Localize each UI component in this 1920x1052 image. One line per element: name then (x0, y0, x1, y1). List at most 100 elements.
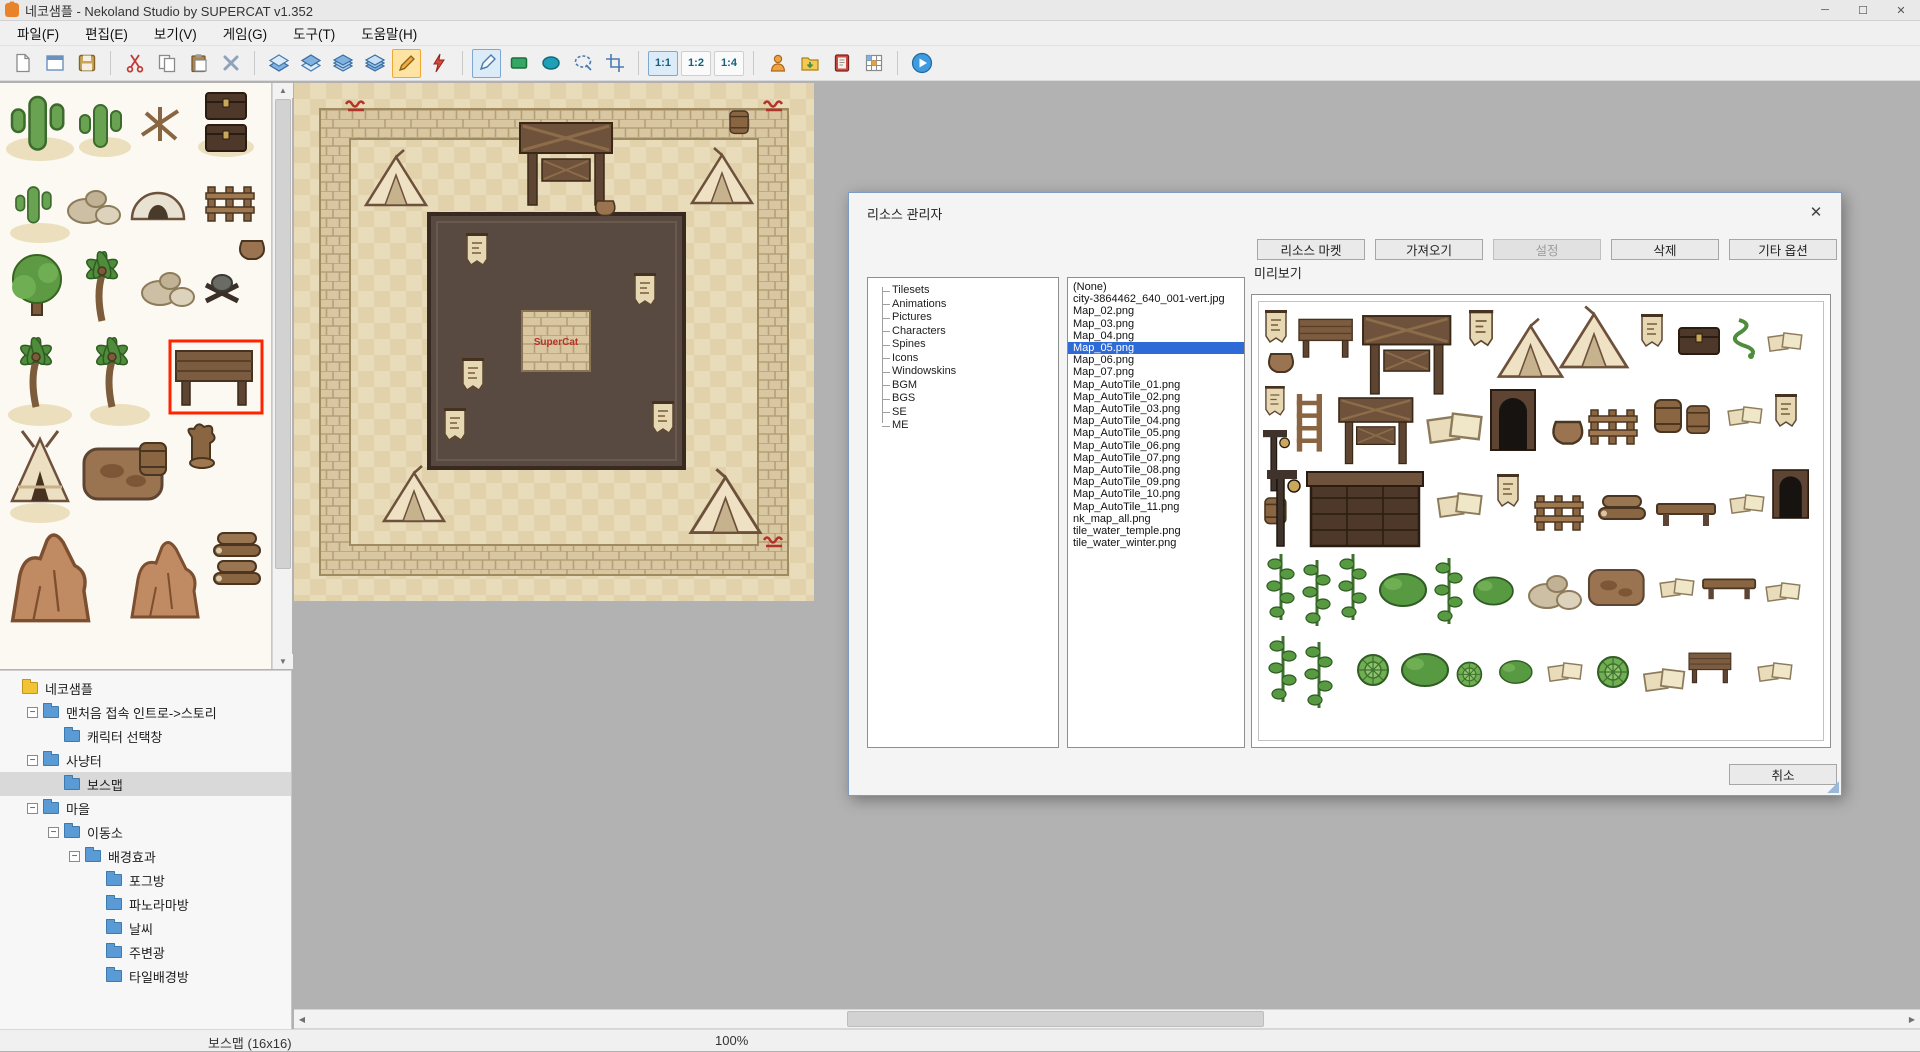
pencil-tool-icon[interactable] (392, 49, 421, 78)
ellipse-tool-icon[interactable] (536, 49, 565, 78)
character-icon[interactable] (763, 49, 792, 78)
scroll-right-icon[interactable]: ▶ (1904, 1010, 1920, 1028)
menu-game[interactable]: 게임(G) (210, 21, 280, 45)
file-item[interactable]: Map_07.png (1068, 366, 1244, 378)
tileset-palette-image[interactable] (0, 83, 272, 669)
scroll-up-icon[interactable]: ▲ (273, 83, 293, 98)
file-item[interactable]: Map_AutoTile_02.png (1068, 391, 1244, 403)
layer-all-icon[interactable] (360, 49, 389, 78)
open-file-icon[interactable] (40, 49, 69, 78)
layer-2-icon[interactable] (296, 49, 325, 78)
rect-tool-icon[interactable] (504, 49, 533, 78)
file-item[interactable]: city-3864462_640_001-vert.jpg (1068, 293, 1244, 305)
title-bar[interactable]: 네코샘플 - Nekoland Studio by SUPERCAT v1.35… (0, 0, 1920, 21)
category-se[interactable]: SE (892, 406, 1058, 420)
tileset-panel[interactable] (0, 83, 272, 669)
run-game-icon[interactable] (907, 49, 936, 78)
new-file-icon[interactable] (8, 49, 37, 78)
expander-icon[interactable]: − (69, 851, 80, 862)
tree-item[interactable]: 파노라마방 (0, 892, 291, 916)
tree-item[interactable]: −이동소 (0, 820, 291, 844)
maximize-button[interactable]: ☐ (1844, 0, 1882, 20)
category-tilesets[interactable]: Tilesets (892, 284, 1058, 298)
tree-item[interactable]: 날씨 (0, 916, 291, 940)
file-item[interactable]: Map_AutoTile_10.png (1068, 488, 1244, 500)
file-item[interactable]: Map_AutoTile_06.png (1068, 440, 1244, 452)
import-button[interactable]: 가져오기 (1375, 239, 1483, 260)
expander-icon[interactable]: − (27, 803, 38, 814)
expander-icon[interactable]: − (48, 827, 59, 838)
scrollbar-thumb[interactable] (847, 1011, 1264, 1027)
tree-item[interactable]: 캐릭터 선택창 (0, 724, 291, 748)
file-item[interactable]: Map_05.png (1068, 342, 1244, 354)
file-item[interactable]: Map_AutoTile_07.png (1068, 452, 1244, 464)
file-item[interactable]: Map_AutoTile_01.png (1068, 379, 1244, 391)
dialog-close-icon[interactable]: ✕ (1805, 201, 1827, 223)
save-icon[interactable] (72, 49, 101, 78)
expander-icon[interactable]: − (27, 707, 38, 718)
category-bgs[interactable]: BGS (892, 392, 1058, 406)
menu-file[interactable]: 파일(F) (4, 21, 72, 45)
tree-item[interactable]: 포그방 (0, 868, 291, 892)
copy-icon[interactable] (152, 49, 181, 78)
menu-tools[interactable]: 도구(T) (280, 21, 348, 45)
scrollbar-thumb[interactable] (275, 99, 291, 569)
layer-1-icon[interactable] (264, 49, 293, 78)
map-image[interactable]: SuperCat (294, 83, 814, 601)
lasso-tool-icon[interactable] (568, 49, 597, 78)
file-item[interactable]: Map_06.png (1068, 354, 1244, 366)
tree-item[interactable]: −배경효과 (0, 844, 291, 868)
delete-icon[interactable] (216, 49, 245, 78)
tileset-grid-icon[interactable] (859, 49, 888, 78)
map-canvas[interactable]: SuperCat (294, 83, 814, 601)
category-pictures[interactable]: Pictures (892, 311, 1058, 325)
category-bgm[interactable]: BGM (892, 379, 1058, 393)
category-icons[interactable]: Icons (892, 352, 1058, 366)
menu-edit[interactable]: 편집(E) (72, 21, 141, 45)
file-item[interactable]: Map_03.png (1068, 318, 1244, 330)
file-item[interactable]: tile_water_temple.png (1068, 525, 1244, 537)
resize-grip[interactable] (1826, 780, 1839, 793)
file-item[interactable]: (None) (1068, 281, 1244, 293)
file-item[interactable]: Map_AutoTile_04.png (1068, 415, 1244, 427)
crop-tool-icon[interactable] (600, 49, 629, 78)
file-item[interactable]: Map_AutoTile_08.png (1068, 464, 1244, 476)
file-item[interactable]: nk_map_all.png (1068, 513, 1244, 525)
category-animations[interactable]: Animations (892, 298, 1058, 312)
tree-item[interactable]: −사냥터 (0, 748, 291, 772)
zoom-1-1-button[interactable]: 1:1 (648, 51, 678, 76)
menu-view[interactable]: 보기(V) (141, 21, 210, 45)
paste-icon[interactable] (184, 49, 213, 78)
layer-3-icon[interactable] (328, 49, 357, 78)
cancel-button[interactable]: 취소 (1729, 764, 1837, 785)
tree-item[interactable]: 타일배경방 (0, 964, 291, 988)
event-tool-icon[interactable] (424, 49, 453, 78)
delete-button[interactable]: 삭제 (1611, 239, 1719, 260)
zoom-1-2-button[interactable]: 1:2 (681, 51, 711, 76)
zoom-1-4-button[interactable]: 1:4 (714, 51, 744, 76)
minimize-button[interactable]: ─ (1806, 0, 1844, 20)
close-button[interactable]: ✕ (1882, 0, 1920, 20)
scroll-left-icon[interactable]: ◀ (294, 1010, 310, 1028)
tree-item[interactable]: 보스맵 (0, 772, 291, 796)
file-item[interactable]: Map_AutoTile_03.png (1068, 403, 1244, 415)
tree-item[interactable]: −맨처음 접속 인트로->스토리 (0, 700, 291, 724)
file-item[interactable]: Map_02.png (1068, 305, 1244, 317)
cut-icon[interactable] (120, 49, 149, 78)
file-item[interactable]: tile_water_winter.png (1068, 537, 1244, 549)
tree-item[interactable]: 주변광 (0, 940, 291, 964)
tileset-scrollbar[interactable]: ▲ ▼ (272, 83, 292, 669)
scroll-down-icon[interactable]: ▼ (273, 654, 293, 669)
menu-help[interactable]: 도움말(H) (348, 21, 430, 45)
category-windowskins[interactable]: Windowskins (892, 365, 1058, 379)
file-item[interactable]: Map_AutoTile_09.png (1068, 476, 1244, 488)
file-item[interactable]: Map_AutoTile_05.png (1068, 427, 1244, 439)
expander-icon[interactable]: − (27, 755, 38, 766)
resource-book-icon[interactable] (827, 49, 856, 78)
category-spines[interactable]: Spines (892, 338, 1058, 352)
tree-item[interactable]: −마을 (0, 796, 291, 820)
file-item[interactable]: Map_04.png (1068, 330, 1244, 342)
tree-item[interactable]: 네코샘플 (0, 676, 291, 700)
pen-tool-icon[interactable] (472, 49, 501, 78)
import-folder-icon[interactable] (795, 49, 824, 78)
